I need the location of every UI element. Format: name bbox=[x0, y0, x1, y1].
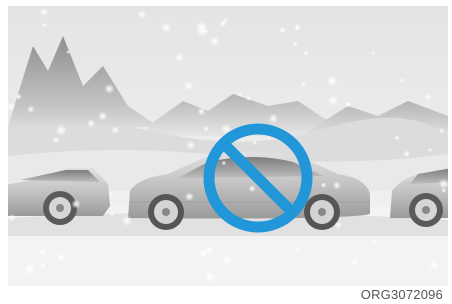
snowflake bbox=[38, 247, 47, 257]
snowflake bbox=[39, 7, 49, 16]
snowflake bbox=[183, 80, 194, 91]
snowflake bbox=[326, 74, 339, 87]
snowflake bbox=[400, 78, 405, 83]
snowflake bbox=[98, 111, 108, 121]
snowflake bbox=[332, 181, 341, 190]
winter-parking-illustration bbox=[8, 6, 448, 286]
snowflake bbox=[186, 140, 196, 151]
snowflake bbox=[41, 22, 48, 28]
snowflake bbox=[403, 150, 411, 158]
snowflake bbox=[197, 107, 206, 116]
snowflake bbox=[222, 255, 233, 265]
snowflake bbox=[279, 26, 287, 34]
scene-svg bbox=[8, 6, 448, 286]
figure-code: ORG3072096 bbox=[360, 287, 443, 302]
snowflake bbox=[204, 271, 216, 283]
snowflake bbox=[203, 125, 210, 133]
snowflake bbox=[424, 93, 433, 101]
snowflake bbox=[66, 50, 71, 55]
snowflake bbox=[109, 211, 115, 217]
snowflake bbox=[334, 221, 343, 230]
snowflake bbox=[428, 260, 440, 271]
snowflake bbox=[87, 119, 96, 128]
snowflake bbox=[350, 257, 359, 267]
snowflake bbox=[111, 126, 120, 135]
snowflake bbox=[121, 215, 133, 227]
snowflake bbox=[293, 23, 302, 32]
snowflake bbox=[71, 199, 81, 209]
snowflake bbox=[320, 181, 327, 189]
snowflake bbox=[295, 246, 302, 253]
snowflake bbox=[104, 83, 115, 95]
snowflake bbox=[8, 214, 16, 222]
snowflake bbox=[209, 35, 220, 47]
snowflake bbox=[40, 262, 46, 269]
snowflake bbox=[55, 124, 67, 137]
snowflake bbox=[251, 139, 258, 146]
snowflake bbox=[198, 248, 209, 258]
snowflake bbox=[441, 187, 447, 194]
snowflake bbox=[238, 92, 243, 97]
snowflake bbox=[221, 160, 227, 166]
snowflake bbox=[52, 136, 60, 144]
snowflake bbox=[370, 239, 377, 245]
snowflake bbox=[246, 95, 252, 102]
snowflake bbox=[219, 20, 227, 28]
snowflake bbox=[428, 147, 433, 153]
snowflake bbox=[371, 51, 376, 56]
snowflake bbox=[327, 94, 339, 107]
snowflake bbox=[438, 127, 445, 134]
snowflake bbox=[24, 263, 36, 275]
snowflake bbox=[300, 81, 307, 88]
snowflake bbox=[108, 191, 114, 197]
snowflake bbox=[160, 22, 172, 34]
snowflake bbox=[56, 253, 66, 263]
snowflake bbox=[174, 52, 184, 63]
snowflake bbox=[268, 113, 279, 124]
snowflake bbox=[248, 185, 256, 193]
snowflake bbox=[184, 192, 194, 202]
snowflake bbox=[15, 93, 22, 100]
snowflake bbox=[303, 50, 309, 56]
snowflake bbox=[292, 41, 299, 47]
snowflake bbox=[394, 134, 400, 141]
snowflake bbox=[344, 101, 352, 108]
snowflake bbox=[137, 9, 147, 19]
snowflake bbox=[26, 105, 35, 114]
snowflake bbox=[195, 21, 208, 33]
